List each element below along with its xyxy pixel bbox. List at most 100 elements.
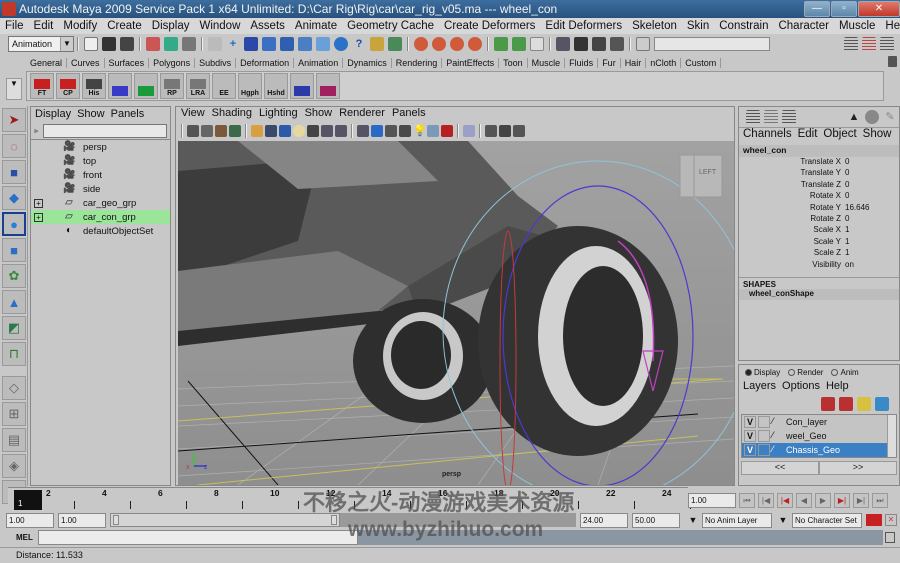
channel-menu-channels[interactable]: Channels — [743, 128, 792, 143]
flat-shade-icon[interactable] — [385, 125, 397, 137]
render-view-icon[interactable] — [556, 37, 570, 51]
channel-name[interactable]: Scale Y — [739, 237, 845, 248]
snap-live-icon[interactable] — [298, 37, 312, 51]
channel-box-toggle-icon[interactable] — [880, 37, 894, 51]
light-bulb-icon[interactable]: 💡 — [413, 125, 427, 137]
channel-name[interactable]: Rotate X — [739, 191, 845, 202]
channel-value[interactable]: 0 — [845, 191, 899, 202]
layer-next-button[interactable]: >> — [819, 461, 897, 475]
menu-file[interactable]: File — [0, 20, 29, 32]
shelf-button-rp[interactable]: RP — [160, 73, 184, 99]
snap-point-icon[interactable] — [262, 37, 276, 51]
speed-toggle-icon[interactable] — [865, 110, 879, 124]
command-input[interactable] — [38, 530, 358, 545]
shelf-button-tool-4[interactable] — [134, 73, 158, 99]
outliner-item[interactable]: + ▱ car_con_grp — [31, 210, 170, 224]
xray-joints-icon[interactable] — [499, 125, 511, 137]
step-back-frame-button[interactable]: |◀ — [758, 492, 774, 508]
layer-mode-render[interactable]: Render — [788, 368, 823, 377]
layer-menu-help[interactable]: Help — [826, 380, 849, 394]
channel-row[interactable]: Scale Z1 — [739, 248, 899, 259]
channel-menu-edit[interactable]: Edit — [798, 128, 818, 143]
channel-value[interactable]: 0 — [845, 214, 899, 225]
menu-skin[interactable]: Skin — [682, 20, 714, 32]
layer-visibility-toggle[interactable]: V — [744, 430, 756, 442]
range-slider-start-handle[interactable] — [113, 515, 119, 525]
shelf-button-his[interactable]: His — [82, 73, 106, 99]
menu-character[interactable]: Character — [773, 20, 834, 32]
channel-box-icon[interactable] — [746, 110, 760, 124]
channel-menu-object[interactable]: Object — [823, 128, 856, 143]
channel-object-name[interactable]: wheel_con — [739, 145, 899, 157]
channel-name[interactable]: Scale Z — [739, 248, 845, 259]
input-ops-icon[interactable] — [494, 37, 508, 51]
outliner-item[interactable]: 🎥 persp — [31, 140, 170, 154]
channel-layer-icon[interactable] — [782, 110, 796, 124]
tool-settings-icon[interactable] — [862, 37, 876, 51]
lasso-tool[interactable]: ◌ — [2, 134, 26, 158]
history-icon[interactable] — [530, 37, 544, 51]
quick-select-input[interactable] — [654, 37, 770, 51]
construction-history-icon[interactable] — [388, 37, 402, 51]
channel-row[interactable]: Translate X0 — [739, 157, 899, 168]
shelf-button-tool-3[interactable] — [108, 73, 132, 99]
open-scene-icon[interactable] — [102, 37, 116, 51]
shelf-tab-animation[interactable]: Animation — [294, 58, 344, 68]
shelf-button-ft[interactable]: FT — [30, 73, 54, 99]
quick-select-icon[interactable] — [636, 37, 650, 51]
smooth-shade-icon[interactable] — [371, 125, 383, 137]
paint-select-tool[interactable]: ■ — [2, 160, 26, 184]
play-backwards-button[interactable]: ◀ — [796, 492, 812, 508]
viewport-menu-view[interactable]: View — [181, 107, 205, 122]
snap-menu-icon[interactable] — [208, 37, 222, 51]
range-end-field[interactable]: 50.00 — [632, 512, 680, 528]
magnet-snap-icon[interactable] — [432, 37, 446, 51]
range-slider[interactable] — [110, 513, 340, 527]
menu-help[interactable]: Help — [880, 20, 900, 32]
character-set-dropdown[interactable]: No Character Set — [792, 512, 862, 528]
layer-row[interactable]: V ⁄ Con_layer — [742, 415, 896, 429]
layer-row[interactable]: V ⁄ Chassis_Geo — [742, 443, 896, 457]
shelf-tab-ncloth[interactable]: nCloth — [646, 58, 682, 68]
manipulator-toggle-icon[interactable]: ▲ — [847, 110, 861, 124]
menu-animate[interactable]: Animate — [290, 20, 342, 32]
anim-layer-dropdown[interactable]: No Anim Layer — [702, 512, 772, 528]
step-forward-frame-button[interactable]: ▶| — [853, 492, 869, 508]
channel-name[interactable]: Rotate Y — [739, 203, 845, 214]
expand-icon[interactable]: + — [34, 212, 43, 222]
outliner-search-input[interactable] — [42, 123, 167, 138]
menu-geometry-cache[interactable]: Geometry Cache — [342, 20, 439, 32]
shelf-tab-fur[interactable]: Fur — [598, 58, 621, 68]
output-ops-icon[interactable] — [512, 37, 526, 51]
chevron-down-icon[interactable]: ▼ — [776, 515, 790, 525]
step-forward-key-button[interactable]: ▶| — [834, 492, 850, 508]
shelf-tab-surfaces[interactable]: Surfaces — [105, 58, 150, 68]
outliner-item[interactable]: 🎥 front — [31, 168, 170, 182]
layer-visibility-toggle[interactable]: V — [744, 416, 756, 428]
layer-mode-anim[interactable]: Anim — [831, 368, 859, 377]
select-tool[interactable]: ➤ — [2, 108, 26, 132]
filter-icon[interactable]: ⫸ — [34, 126, 39, 136]
trash-icon[interactable] — [888, 56, 897, 67]
maximize-button[interactable]: ▫ — [831, 1, 857, 17]
shelf-tab-custom[interactable]: Custom — [681, 58, 722, 68]
magnet-snap-icon[interactable] — [450, 37, 464, 51]
shelf-button-hshd[interactable]: Hshd — [264, 73, 288, 99]
channel-row[interactable]: Scale X1 — [739, 225, 899, 236]
radio-button[interactable] — [831, 369, 839, 376]
close-button[interactable]: ✕ — [858, 1, 900, 17]
menu-create-deformers[interactable]: Create Deformers — [439, 20, 540, 32]
wireframe-icon[interactable] — [357, 125, 369, 137]
gate-mask-icon[interactable] — [293, 125, 305, 137]
last-used-tool[interactable]: ⊓ — [2, 342, 26, 366]
save-scene-icon[interactable] — [120, 37, 134, 51]
channel-value[interactable]: 0 — [845, 180, 899, 191]
layer-color-icon[interactable]: ⁄ — [772, 430, 784, 442]
channel-value[interactable]: 0 — [845, 168, 899, 179]
help-icon[interactable]: ? — [352, 37, 366, 51]
shelf-button-tool-11[interactable] — [316, 73, 340, 99]
layout-persp-graph[interactable]: ◈ — [2, 454, 26, 478]
range-start-field[interactable]: 1.00 — [6, 512, 54, 528]
camera-attributes-icon[interactable] — [201, 125, 213, 137]
wireframe-on-shaded-icon[interactable] — [399, 125, 411, 137]
